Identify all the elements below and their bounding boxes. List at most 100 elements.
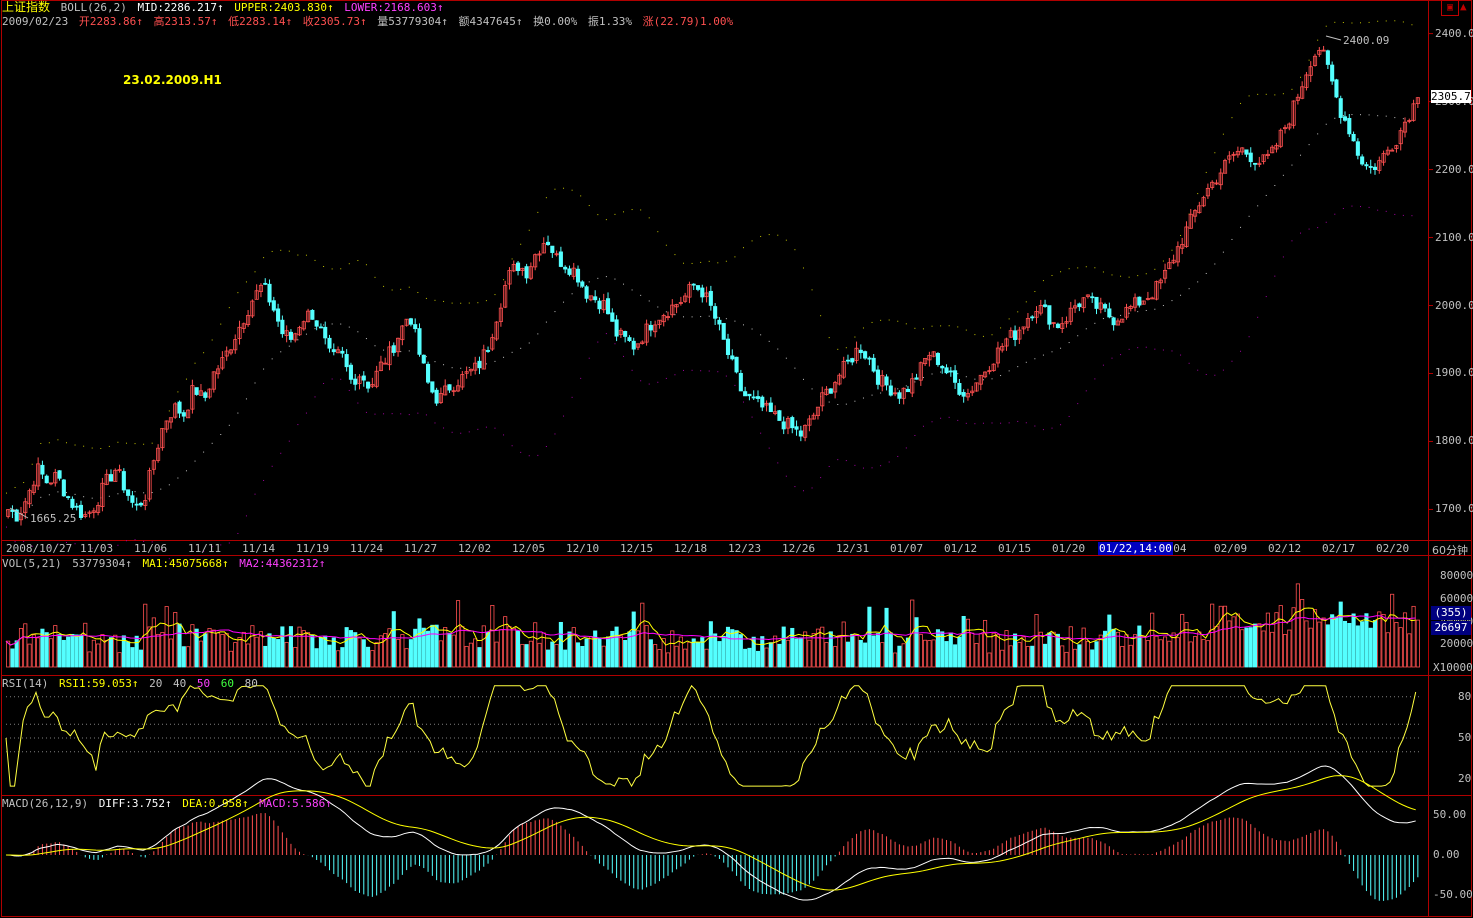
volume-bar — [53, 625, 58, 668]
boll-lower-dot — [1214, 374, 1216, 376]
boll-mid-dot — [802, 378, 804, 380]
boll-lower-dot — [1128, 348, 1130, 350]
boll-lower-dot — [365, 411, 367, 413]
boll-mid-dot — [742, 324, 744, 326]
boll-upper-dot — [83, 445, 85, 447]
volume-bar — [687, 641, 692, 668]
boll-upper-dot — [228, 307, 230, 309]
boll-upper-dot — [1077, 267, 1079, 269]
boll-lower-dot — [1248, 336, 1250, 338]
boll-upper-dot — [263, 257, 265, 259]
boll-lower: LOWER:2168.603 — [344, 1, 437, 14]
time-axis-label: 01/07 — [890, 542, 924, 555]
volume-bar — [134, 635, 139, 668]
period-label[interactable]: 60分钟 — [1432, 542, 1468, 558]
boll-upper-dot — [220, 323, 222, 325]
boll-upper-dot — [828, 337, 830, 339]
boll-lower-dot — [74, 543, 76, 545]
volume-bar — [10, 648, 15, 668]
candle-body — [1090, 296, 1095, 299]
boll-upper-dot — [880, 319, 882, 321]
boll-upper-dot — [948, 325, 950, 327]
volume-bar — [1021, 636, 1026, 668]
candle-body — [614, 319, 619, 337]
candle-body — [327, 337, 332, 349]
vol-name: VOL(5,21) — [2, 557, 62, 570]
boll-lower-dot — [331, 378, 333, 380]
volume-bar — [151, 617, 156, 668]
volume-bar — [635, 630, 641, 668]
boll-lower-dot — [657, 381, 659, 383]
chart-canvas[interactable] — [0, 0, 1473, 918]
boll-lower-dot — [374, 413, 376, 415]
boll-lower-dot — [734, 384, 736, 386]
volume-bar — [914, 617, 919, 668]
boll-upper-dot — [365, 264, 367, 266]
boll-mid-dot — [460, 367, 462, 369]
candle-body — [203, 392, 208, 398]
quote-low: 低2283.14 — [228, 15, 286, 28]
boll-mid-dot — [1317, 133, 1319, 135]
boll-lower-dot — [554, 433, 556, 435]
boll-lower-dot — [854, 464, 856, 466]
boll-mid-dot — [117, 493, 119, 495]
boll-upper-dot — [23, 482, 25, 484]
candle-body — [888, 385, 893, 396]
boll-upper-dot — [477, 302, 479, 304]
volume-bar — [297, 626, 302, 668]
volume-header: VOL(5,21) 53779304↑ MA1:45075668↑ MA2:44… — [2, 557, 329, 570]
boll-lower-dot — [742, 401, 744, 403]
candle-body — [794, 426, 799, 430]
boll-mid-dot — [237, 412, 239, 414]
candle-body — [648, 324, 653, 331]
boll-mid-dot — [717, 316, 719, 318]
price-tick-label: 2100.0 — [1435, 230, 1473, 244]
boll-header: 上证指数 BOLL(26,2) MID:2286.217↑ UPPER:2403… — [2, 1, 448, 15]
boll-mid-dot — [91, 497, 93, 499]
boll-lower-dot — [1265, 296, 1267, 298]
volume-bar — [1068, 626, 1073, 668]
candle-body — [1334, 79, 1339, 98]
boll-upper-dot — [1111, 274, 1113, 276]
volume-bar — [477, 647, 482, 668]
boll-upper-dot — [211, 339, 213, 341]
candle-body — [524, 266, 529, 279]
boll-lower-dot — [297, 424, 299, 426]
boll-upper-dot — [957, 326, 959, 328]
boll-mid-dot — [383, 349, 385, 351]
time-axis-label: 11/24 — [350, 542, 384, 555]
volume-bar — [768, 642, 773, 668]
boll-lower-dot — [254, 493, 256, 495]
boll-mid-dot — [348, 326, 350, 328]
boll-upper-dot — [965, 329, 967, 331]
boll-mid-dot — [605, 276, 607, 278]
volume-bar — [867, 606, 872, 668]
boll-mid-dot — [1248, 215, 1250, 217]
volume-bar — [451, 634, 456, 668]
boll-mid-dot — [785, 357, 787, 359]
boll-mid-dot — [1120, 314, 1122, 316]
macd-dea: DEA:0.958 — [182, 797, 242, 810]
time-axis-label: 02/12 — [1268, 542, 1302, 555]
boll-lower-dot — [6, 526, 7, 528]
boll-mid-dot — [1060, 347, 1062, 349]
boll-upper-dot — [897, 320, 899, 322]
boll-upper-dot — [640, 209, 642, 211]
candle-body — [760, 396, 765, 408]
rsi-tick-label: 80 — [1458, 689, 1472, 703]
boll-upper-dot — [1034, 291, 1036, 293]
boll-lower-dot — [443, 427, 445, 429]
boll-upper-dot — [1402, 21, 1404, 23]
volume-bar — [190, 624, 195, 668]
volume-bar — [1342, 620, 1348, 668]
volume-bar — [1150, 612, 1155, 668]
window-icon[interactable]: ▣ — [1441, 0, 1459, 16]
time-axis-label: 12/23 — [728, 542, 762, 555]
volume-bar — [323, 635, 328, 668]
volume-bar — [614, 626, 619, 668]
boll-mid-dot — [828, 401, 830, 403]
volume-bar — [605, 636, 611, 668]
volume-bar — [601, 645, 606, 668]
scroll-up-icon[interactable]: ▲ — [1460, 0, 1467, 13]
boll-upper-dot — [1162, 260, 1164, 262]
